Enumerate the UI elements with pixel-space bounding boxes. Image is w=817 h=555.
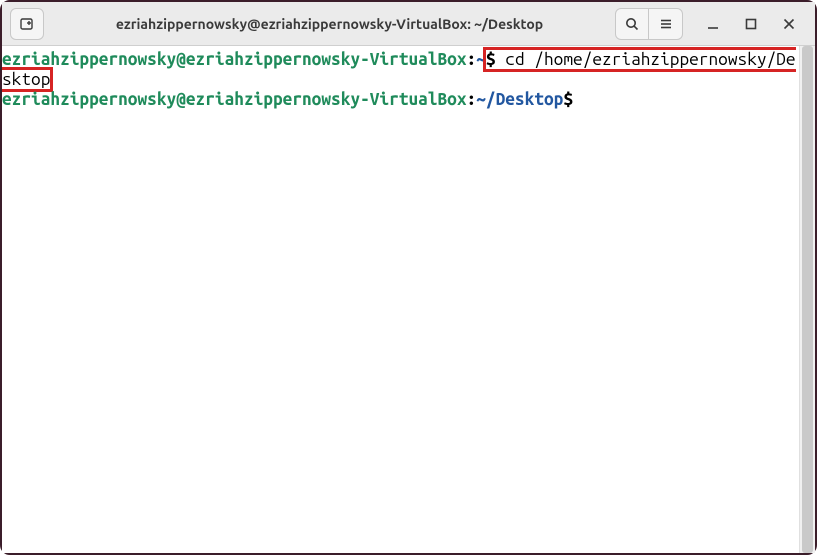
terminal-area: ezriahzippernowsky@ezriahzippernowsky-Vi…: [2, 46, 815, 553]
search-button[interactable]: [615, 8, 649, 40]
title-bar: ezriahzippernowsky@ezriahzippernowsky-Vi…: [2, 2, 815, 46]
close-icon: [783, 18, 795, 30]
hamburger-icon: [658, 16, 674, 32]
prompt-sigil: $: [563, 90, 573, 109]
new-tab-button[interactable]: [10, 8, 44, 40]
close-button[interactable]: [777, 12, 801, 36]
terminal[interactable]: ezriahzippernowsky@ezriahzippernowsky-Vi…: [2, 46, 799, 553]
prompt-user-host: ezriahzippernowsky@ezriahzippernowsky-Vi…: [2, 90, 467, 109]
terminal-line: ezriahzippernowsky@ezriahzippernowsky-Vi…: [2, 90, 799, 110]
scrollbar-thumb[interactable]: [802, 46, 813, 553]
command-text: [573, 90, 583, 109]
search-icon: [624, 16, 640, 32]
terminal-line: ezriahzippernowsky@ezriahzippernowsky-Vi…: [2, 50, 799, 90]
window-controls: [701, 12, 801, 36]
scrollbar[interactable]: [799, 46, 815, 553]
toolbar-group: [615, 8, 683, 40]
window-title: ezriahzippernowsky@ezriahzippernowsky-Vi…: [52, 16, 607, 32]
minimize-button[interactable]: [701, 12, 725, 36]
maximize-button[interactable]: [739, 12, 763, 36]
maximize-icon: [745, 18, 757, 30]
minimize-icon: [707, 18, 719, 30]
prompt-user-host: ezriahzippernowsky@ezriahzippernowsky-Vi…: [2, 50, 467, 69]
prompt-path: ~/Desktop: [476, 90, 563, 109]
menu-button[interactable]: [649, 8, 683, 40]
prompt-sigil: $: [486, 50, 496, 69]
